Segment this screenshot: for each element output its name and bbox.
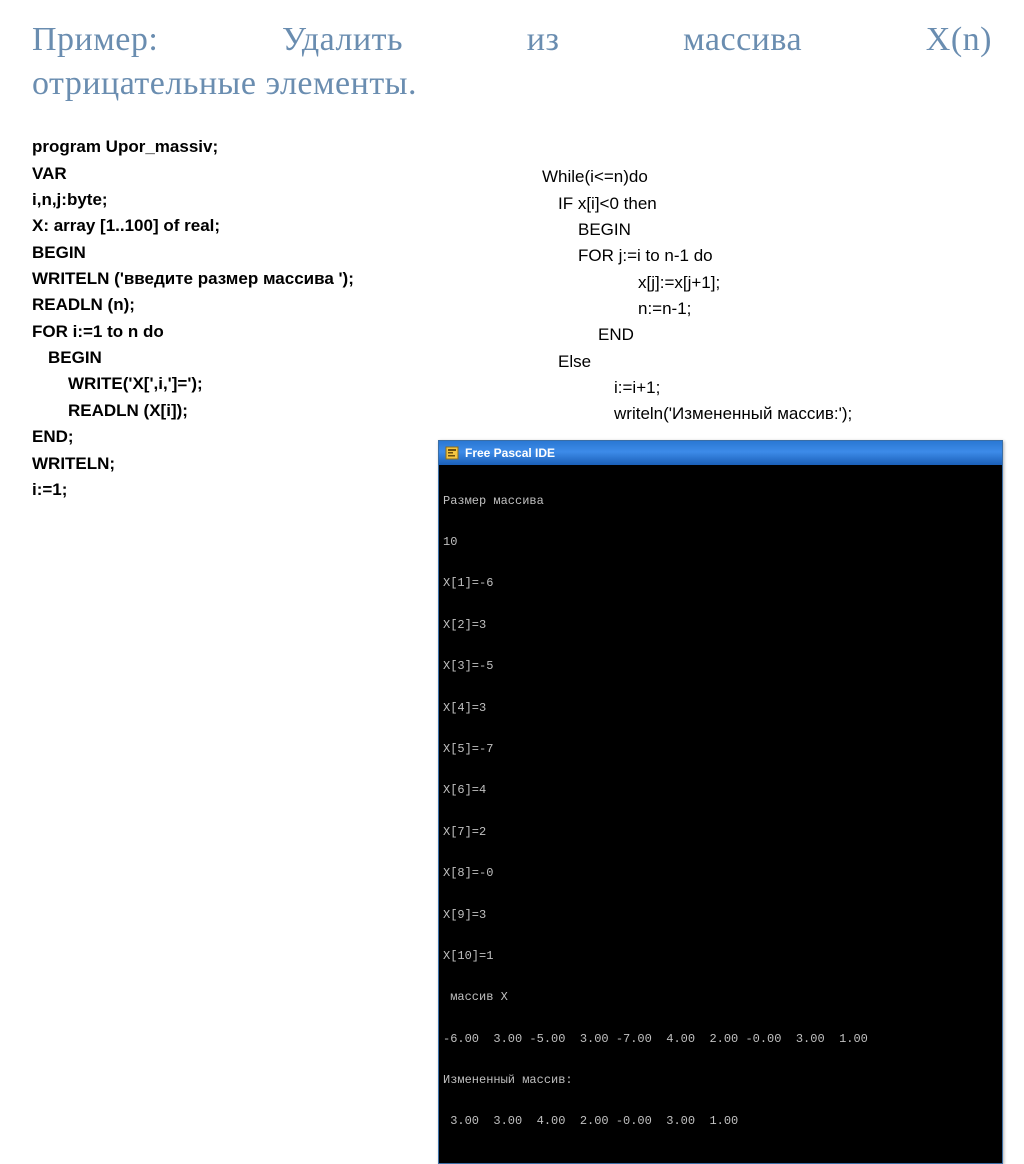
console-line: Измененный массив:: [443, 1074, 998, 1088]
code-line: END;: [32, 424, 462, 450]
console-line: X[6]=4: [443, 784, 998, 798]
code-line: VAR: [32, 161, 462, 187]
title-line-1: Пример: Удалить из массива X(n): [32, 21, 992, 58]
console-window: Free Pascal IDE Размер массива 10 X[1]=-…: [438, 440, 1003, 1164]
code-line: WRITELN;: [32, 451, 462, 477]
slide-container: Пример: Удалить из массива X(n) отрицате…: [0, 0, 1024, 767]
console-line: X[1]=-6: [443, 577, 998, 591]
console-line: X[3]=-5: [443, 660, 998, 674]
code-line: READLN (X[i]);: [32, 398, 462, 424]
code-line: BEGIN: [32, 240, 462, 266]
code-line: WRITELN ('введите размер массива ');: [32, 266, 462, 292]
code-line: i:=i+1;: [542, 375, 992, 401]
code-line: While(i<=n)do: [542, 164, 992, 190]
code-line: Else: [542, 349, 992, 375]
console-line: X[5]=-7: [443, 743, 998, 757]
code-line: READLN (n);: [32, 292, 462, 318]
code-line: i:=1;: [32, 477, 462, 503]
code-line: n:=n-1;: [542, 296, 992, 322]
console-titlebar[interactable]: Free Pascal IDE: [439, 441, 1002, 465]
console-line: 3.00 3.00 4.00 2.00 -0.00 3.00 1.00: [443, 1115, 998, 1129]
code-line: program Upor_massiv;: [32, 134, 462, 160]
console-line: -6.00 3.00 -5.00 3.00 -7.00 4.00 2.00 -0…: [443, 1033, 998, 1047]
console-line: X[2]=3: [443, 619, 998, 633]
code-line: END: [542, 322, 992, 348]
code-line: BEGIN: [32, 345, 462, 371]
app-icon: [445, 446, 459, 460]
code-line: IF x[i]<0 then: [542, 191, 992, 217]
code-left-column: program Upor_massiv; VAR i,n,j:byte; X: …: [32, 134, 462, 503]
console-line: X[7]=2: [443, 826, 998, 840]
code-line: i,n,j:byte;: [32, 187, 462, 213]
code-line: WRITE('X[',i,']=');: [32, 371, 462, 397]
code-line: FOR i:=1 to n do: [32, 319, 462, 345]
code-line: BEGIN: [542, 217, 992, 243]
title-line-2: отрицательные элементы.: [32, 62, 992, 106]
console-line: X[4]=3: [443, 702, 998, 716]
console-line: массив X: [443, 991, 998, 1005]
code-line: writeln('Измененный массив:');: [542, 401, 992, 427]
console-line: 10: [443, 536, 998, 550]
slide-title: Пример: Удалить из массива X(n) отрицате…: [32, 18, 992, 106]
code-line: x[j]:=x[j+1];: [542, 270, 992, 296]
code-line: FOR j:=i to n-1 do: [542, 243, 992, 269]
console-output: Размер массива 10 X[1]=-6 X[2]=3 X[3]=-5…: [439, 465, 1002, 1163]
code-line: X: array [1..100] of real;: [32, 213, 462, 239]
console-title-text: Free Pascal IDE: [465, 446, 555, 460]
console-line: X[10]=1: [443, 950, 998, 964]
console-line: Размер массива: [443, 495, 998, 509]
console-line: X[9]=3: [443, 909, 998, 923]
console-line: X[8]=-0: [443, 867, 998, 881]
